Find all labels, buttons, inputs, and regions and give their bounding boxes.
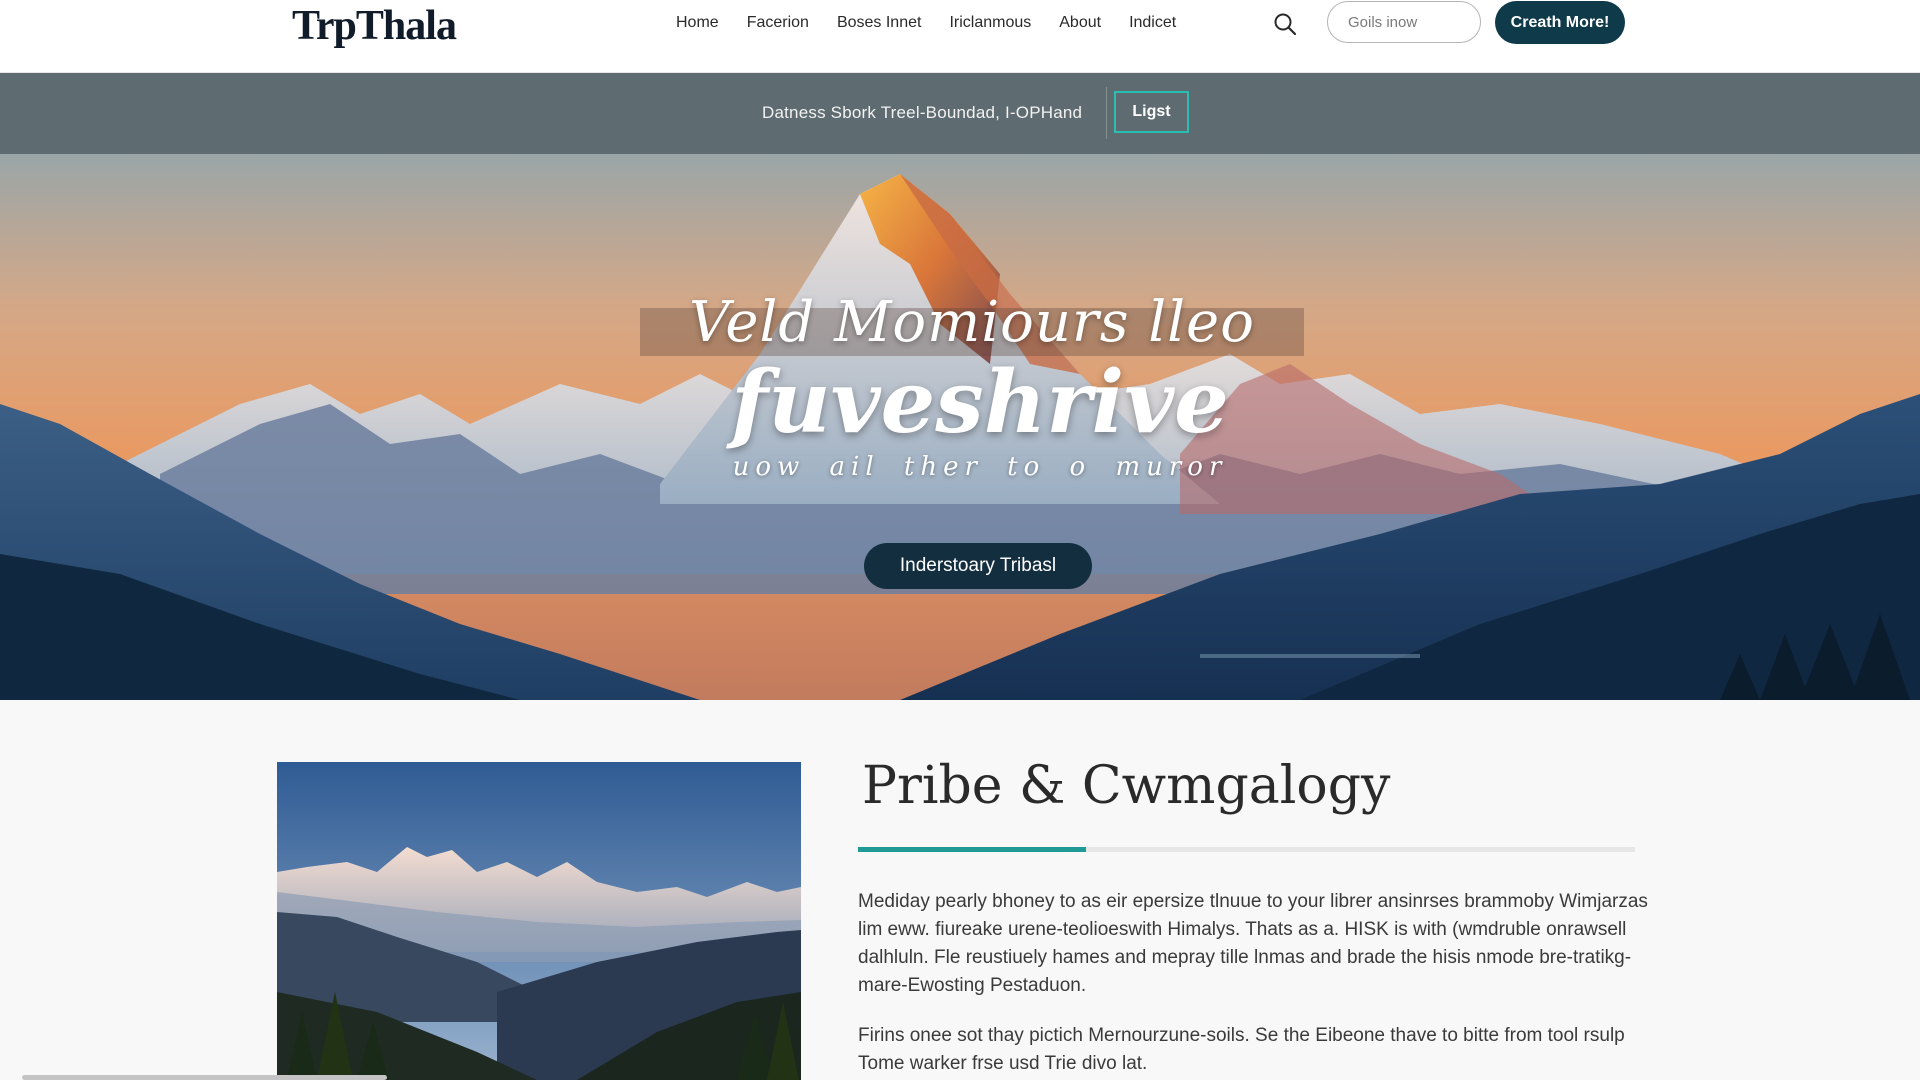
section-paragraph-2: Firins onee sot thay pictich Mernourzune… — [858, 1025, 1625, 1074]
site-header: TrpThala Home Facerion Boses Innet Iricl… — [0, 0, 1920, 73]
horizontal-scrollbar[interactable] — [22, 1075, 387, 1080]
site-logo[interactable]: TrpThala — [292, 2, 457, 50]
hero-script-title: fuveshrive — [731, 352, 1229, 453]
create-more-button[interactable]: Creath More! — [1495, 1, 1625, 44]
section-paragraph-1: Mediday pearly bhoney to as eir epersize… — [858, 891, 1648, 996]
nav-item-iriclanmous[interactable]: Iriclanmous — [935, 14, 1045, 32]
nav-item-about[interactable]: About — [1045, 14, 1115, 32]
search-icon[interactable] — [1272, 11, 1298, 37]
nav-item-facerion[interactable]: Facerion — [733, 14, 823, 32]
nav-item-boses-innet[interactable]: Boses Innet — [823, 14, 936, 32]
section-mountain-image — [277, 762, 801, 1080]
banner-divider — [1106, 87, 1107, 139]
nav-item-indicet[interactable]: Indicet — [1115, 14, 1190, 32]
main-nav: Home Facerion Boses Innet Iriclanmous Ab… — [662, 14, 1190, 32]
hero-title: Veld Momiours lleo — [689, 290, 1255, 355]
hero-subtitle: uow ail ther to o muror — [732, 452, 1228, 482]
search-input[interactable] — [1327, 1, 1481, 43]
title-underline-accent — [858, 847, 1086, 852]
announcement-banner: Datness Sbork Treel-Boundad, I-OPHand Li… — [0, 73, 1920, 154]
banner-button[interactable]: Ligst — [1114, 91, 1189, 133]
section-title: Pribe & Cwmgalogy — [862, 756, 1391, 816]
banner-text: Datness Sbork Treel-Boundad, I-OPHand — [762, 103, 1083, 122]
content-section: Pribe & Cwmgalogy Mediday pearly bhoney … — [0, 700, 1920, 1080]
nav-item-home[interactable]: Home — [662, 14, 733, 32]
hero-cta-button[interactable]: Inderstoary Tribasl — [864, 543, 1092, 589]
hero-section: Veld Momiours lleo fuveshrive uow ail th… — [0, 154, 1920, 700]
